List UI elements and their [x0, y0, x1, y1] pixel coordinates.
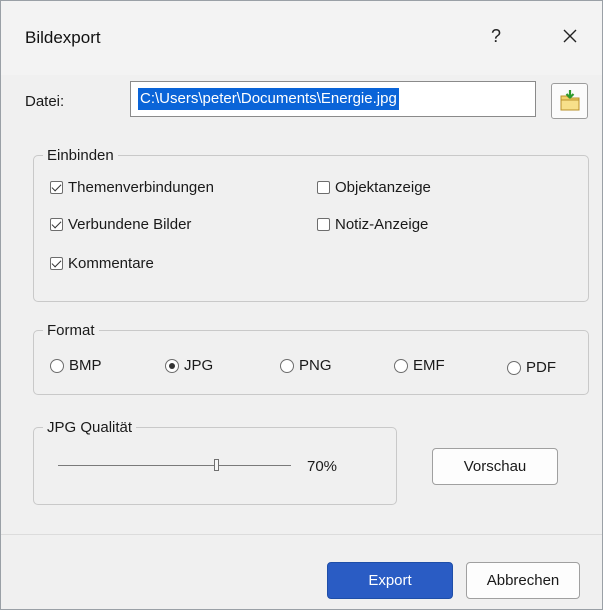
radio-label: BMP	[69, 357, 102, 374]
file-path-text: C:\Users\peter\Documents\Energie.jpg	[138, 88, 399, 110]
folder-arrow-icon	[560, 90, 580, 111]
close-icon	[563, 29, 577, 43]
themenverbindungen-checkbox[interactable]: Themenverbindungen	[50, 179, 214, 196]
objektanzeige-checkbox[interactable]: Objektanzeige	[317, 179, 431, 196]
format-radio-pdf[interactable]: PDF	[507, 359, 556, 376]
close-button[interactable]	[553, 21, 587, 51]
radio-label: EMF	[413, 357, 445, 374]
radio-label: PNG	[299, 357, 332, 374]
include-legend: Einbinden	[47, 147, 114, 164]
quality-value: 70%	[307, 458, 338, 475]
format-radio-png[interactable]: PNG	[280, 357, 332, 374]
help-button[interactable]: ?	[479, 21, 513, 51]
checkbox-label: Objektanzeige	[335, 179, 431, 196]
checkbox-box	[317, 181, 330, 194]
radio-circle	[280, 358, 294, 373]
quality-legend: JPG Qualität	[47, 419, 133, 436]
kommentare-checkbox[interactable]: Kommentare	[50, 255, 154, 272]
bildexport-dialog: Bildexport ? Datei: C:\Users\peter\Docum…	[0, 0, 603, 610]
checkbox-box	[50, 257, 63, 270]
export-button[interactable]: Export	[327, 562, 453, 599]
title-bar: Bildexport ?	[1, 1, 602, 75]
checkbox-label: Kommentare	[68, 255, 154, 272]
format-radio-jpg[interactable]: JPG	[165, 357, 213, 374]
file-path-input[interactable]: C:\Users\peter\Documents\Energie.jpg	[130, 81, 536, 117]
slider-track	[58, 465, 291, 466]
format-radio-emf[interactable]: EMF	[394, 357, 445, 374]
checkbox-label: Verbundene Bilder	[68, 216, 192, 233]
radio-circle	[165, 358, 179, 373]
browse-button[interactable]	[551, 83, 588, 119]
radio-circle	[394, 358, 408, 373]
checkbox-box	[317, 218, 330, 231]
notiz-anzeige-checkbox[interactable]: Notiz-Anzeige	[317, 216, 428, 233]
radio-circle	[507, 360, 521, 375]
quality-slider[interactable]	[58, 458, 291, 474]
radio-label: PDF	[526, 359, 556, 376]
file-label: Datei:	[25, 93, 65, 110]
checkbox-box	[50, 181, 63, 194]
preview-button[interactable]: Vorschau	[432, 448, 558, 485]
radio-circle	[50, 358, 64, 373]
slider-thumb[interactable]	[214, 459, 220, 471]
verbundene-bilder-checkbox[interactable]: Verbundene Bilder	[50, 216, 191, 233]
format-radio-bmp[interactable]: BMP	[50, 357, 102, 374]
checkbox-label: Notiz-Anzeige	[335, 216, 429, 233]
dialog-title: Bildexport	[25, 28, 101, 47]
cancel-button[interactable]: Abbrechen	[466, 562, 580, 599]
radio-label: JPG	[184, 357, 214, 374]
checkbox-box	[50, 218, 63, 231]
checkbox-label: Themenverbindungen	[68, 179, 214, 196]
footer-divider	[1, 534, 602, 535]
format-legend: Format	[47, 322, 95, 339]
